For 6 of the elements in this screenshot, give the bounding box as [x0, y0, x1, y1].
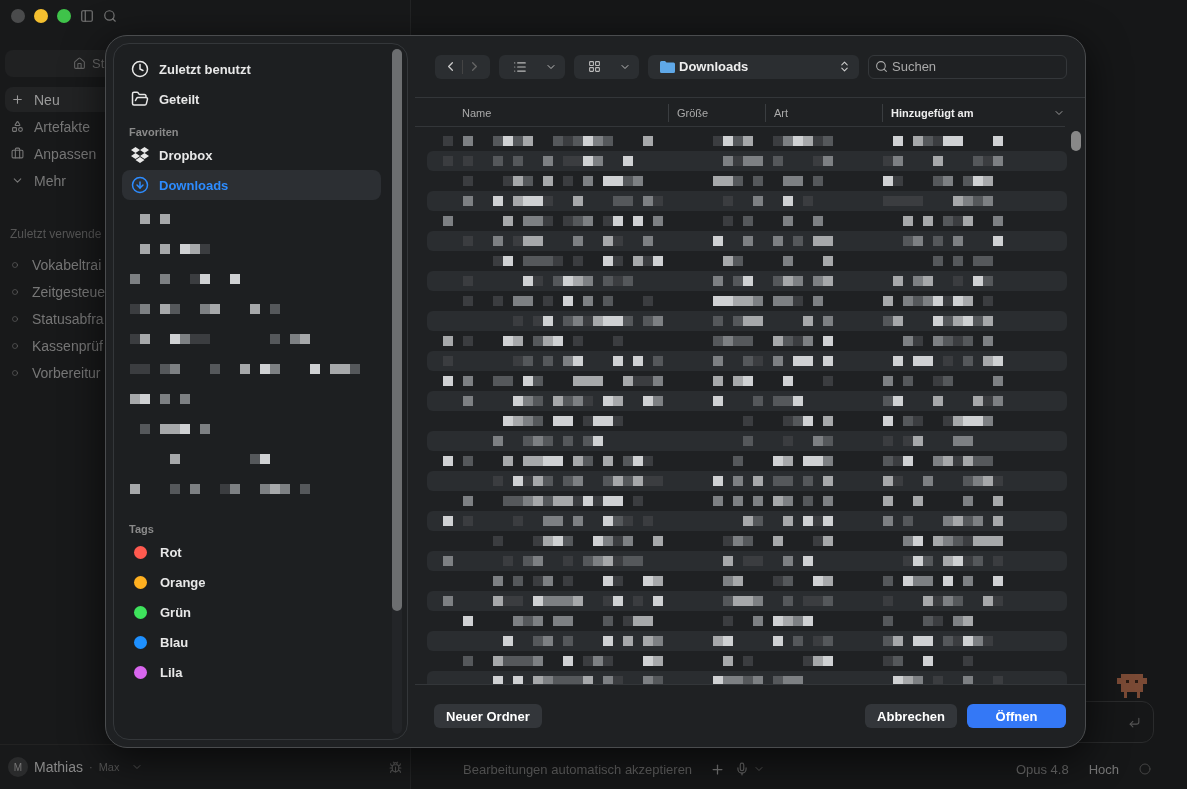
section-title: Favoriten [129, 126, 180, 138]
plan-label: Max [98, 761, 120, 773]
section-title: Zuletzt verwende [10, 227, 103, 241]
user-name: Mathias [34, 759, 84, 775]
section-title: Tags [129, 523, 155, 535]
separator: · [89, 761, 93, 773]
